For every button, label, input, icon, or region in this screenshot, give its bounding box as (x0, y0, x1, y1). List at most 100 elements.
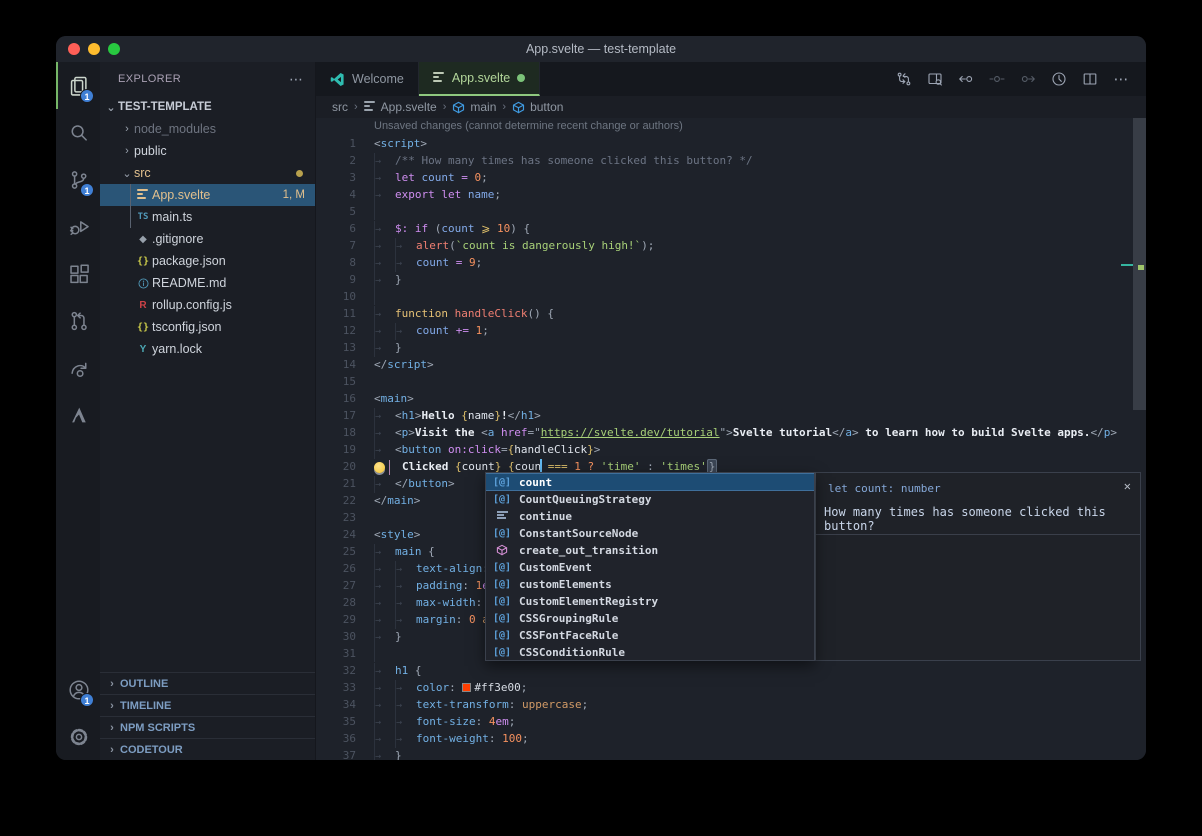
code-line[interactable]: 34→→text-transform: uppercase; (316, 696, 1146, 713)
color-swatch[interactable] (462, 683, 471, 692)
code-line[interactable]: 3→let count = 0; (316, 169, 1146, 186)
sidebar-section-codetour[interactable]: ›CODETOUR (100, 738, 315, 760)
line-number: 4 (316, 186, 356, 203)
svelte-file-icon (134, 189, 152, 201)
code-line[interactable]: 14</script> (316, 356, 1146, 373)
open-preview-icon[interactable] (924, 68, 946, 90)
code-token: h1 (395, 664, 408, 677)
code-line[interactable]: 4→export let name; (316, 186, 1146, 203)
suggest-item-count[interactable]: [@]count (486, 473, 814, 491)
next-change-icon[interactable] (1017, 68, 1039, 90)
code-line[interactable]: 16<main> (316, 390, 1146, 407)
close-window-button[interactable] (68, 43, 80, 55)
tree-root-test-template[interactable]: ⌄ TEST-TEMPLATE (100, 96, 315, 118)
activity-bar-item-accounts[interactable]: 1 (56, 666, 100, 713)
sidebar-section-timeline[interactable]: ›TIMELINE (100, 694, 315, 716)
code-token (428, 222, 435, 235)
code-line[interactable]: 10 (316, 288, 1146, 305)
tree-item-yarn-lock[interactable]: Yyarn.lock (100, 338, 315, 360)
activity-bar-item-search[interactable] (56, 109, 100, 156)
tree-item-package-json[interactable]: {}package.json (100, 250, 315, 272)
code-token: ); (641, 239, 654, 252)
more-actions-icon[interactable]: ⋯ (289, 71, 303, 88)
zoom-window-button[interactable] (108, 43, 120, 55)
code-line[interactable]: 19→<button on:click={handleClick}> (316, 441, 1146, 458)
code-token: { (461, 409, 468, 422)
more-actions-icon[interactable]: ⋯ (1110, 68, 1132, 90)
code-line[interactable]: 11→function handleClick() { (316, 305, 1146, 322)
lightbulb-icon[interactable] (374, 462, 389, 473)
open-changes-icon[interactable] (893, 68, 915, 90)
tab-whitespace-arrow: → (395, 323, 416, 340)
code-token (462, 256, 469, 269)
suggest-item-constantsourcenode[interactable]: [@]ConstantSourceNode (486, 525, 814, 542)
code-line[interactable]: 17→<h1>Hello {name}!</h1> (316, 407, 1146, 424)
code-line[interactable]: 35→→font-size: 4em; (316, 713, 1146, 730)
previous-change-icon[interactable] (955, 68, 977, 90)
suggest-item-continue[interactable]: continue (486, 508, 814, 525)
code-line[interactable]: 6→$: if (count ⩾ 10) { (316, 220, 1146, 237)
suggest-item-cssfontfacerule[interactable]: [@]CSSFontFaceRule (486, 627, 814, 644)
code-line[interactable]: 12→→count += 1; (316, 322, 1146, 339)
suggest-item-create_out_transition[interactable]: create_out_transition (486, 542, 814, 559)
editor-scrollbar[interactable] (1133, 118, 1146, 410)
code-line[interactable]: 1<script> (316, 135, 1146, 152)
activity-bar-item-extensions[interactable] (56, 250, 100, 297)
breadcrumb-item-app-svelte[interactable]: App.svelte (364, 100, 437, 114)
tree-item-app-svelte[interactable]: App.svelte1, M (100, 184, 315, 206)
activity-bar-item-azure[interactable] (56, 391, 100, 438)
suggest-item-customelementregistry[interactable]: [@]CustomElementRegistry (486, 593, 814, 610)
activity-bar-item-source-control[interactable]: 1 (56, 156, 100, 203)
breadcrumb-item-src[interactable]: src (332, 100, 348, 114)
suggest-item-cssconditionrule[interactable]: [@]CSSConditionRule (486, 644, 814, 661)
code-line[interactable]: 18→<p>Visit the <a href="https://svelte.… (316, 424, 1146, 441)
code-line[interactable]: 7→→alert(`count is dangerously high!`); (316, 237, 1146, 254)
activity-bar-item-explorer[interactable]: 1 (56, 62, 100, 109)
settings-gear-icon (68, 726, 90, 748)
activity-bar-item-settings-gear[interactable] (56, 713, 100, 760)
tab-label: Welcome (352, 72, 404, 86)
activity-bar-item-github-pr[interactable] (56, 297, 100, 344)
tree-item-public[interactable]: ›public (100, 140, 315, 162)
line-content: →→font-weight: 100; (356, 730, 1146, 747)
tree-item-rollup-config-js[interactable]: Rrollup.config.js (100, 294, 315, 316)
current-change-icon[interactable] (986, 68, 1008, 90)
code-line[interactable]: 13→} (316, 339, 1146, 356)
tree-item-main-ts[interactable]: TSmain.ts (100, 206, 315, 228)
sidebar-section-npm-scripts[interactable]: ›NPM SCRIPTS (100, 716, 315, 738)
code-line[interactable]: 5 (316, 203, 1146, 220)
code-line[interactable]: 15 (316, 373, 1146, 390)
tree-item-src[interactable]: ⌄src (100, 162, 315, 184)
link-string-token[interactable]: https://svelte.dev/tutorial (541, 426, 720, 439)
minimize-window-button[interactable] (88, 43, 100, 55)
split-editor-icon[interactable] (1079, 68, 1101, 90)
suggest-item-countqueuingstrategy[interactable]: [@]CountQueuingStrategy (486, 491, 814, 508)
code-line[interactable]: 37→} (316, 747, 1146, 760)
tab-welcome[interactable]: Welcome (316, 62, 419, 96)
code-editor[interactable]: Unsaved changes (cannot determine recent… (316, 118, 1146, 760)
activity-bar-item-run-debug[interactable] (56, 203, 100, 250)
tree-item-node-modules[interactable]: ›node_modules (100, 118, 315, 140)
chevron-down-icon: ⌄ (120, 167, 134, 180)
code-line[interactable]: 9→} (316, 271, 1146, 288)
code-line[interactable]: 2→/** How many times has someone clicked… (316, 152, 1146, 169)
tab-app-svelte[interactable]: App.svelte (419, 62, 540, 96)
sidebar-section-outline[interactable]: ›OUTLINE (100, 672, 315, 694)
tree-item-tsconfig-json[interactable]: {}tsconfig.json (100, 316, 315, 338)
code-line[interactable]: 33→→color: #ff3e00; (316, 679, 1146, 696)
code-line[interactable]: 36→→font-weight: 100; (316, 730, 1146, 747)
suggest-item-customevent[interactable]: [@]CustomEvent (486, 559, 814, 576)
tree-item-readme-md[interactable]: README.md (100, 272, 315, 294)
breadcrumb-item-main[interactable]: main (452, 100, 496, 114)
timeline-clock-icon[interactable] (1048, 68, 1070, 90)
suggest-item-customelements[interactable]: [@]customElements (486, 576, 814, 593)
close-icon[interactable]: ✕ (1124, 480, 1131, 492)
code-token: { (415, 664, 422, 677)
tree-item--gitignore[interactable]: ◆.gitignore (100, 228, 315, 250)
breadcrumb-item-button[interactable]: button (512, 100, 563, 114)
code-line[interactable]: 32→h1 { (316, 662, 1146, 679)
suggest-item-cssgroupingrule[interactable]: [@]CSSGroupingRule (486, 610, 814, 627)
code-line[interactable]: 8→→count = 9; (316, 254, 1146, 271)
variable-icon: [@] (491, 630, 513, 641)
activity-bar-item-live-share[interactable] (56, 344, 100, 391)
